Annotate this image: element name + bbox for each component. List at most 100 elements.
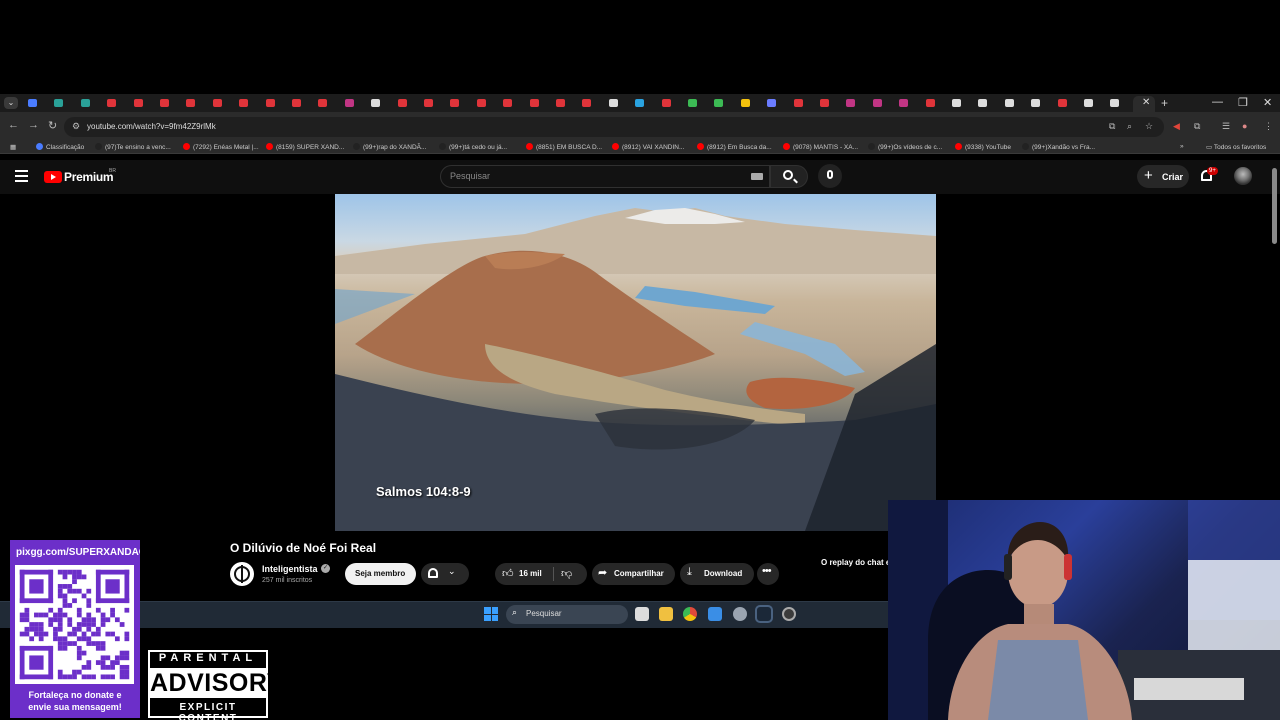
bookmark-item[interactable]: (97)Te ensino a venc... [95,143,171,151]
browser-tab[interactable] [54,99,64,107]
browser-tab[interactable] [529,99,539,107]
browser-tab[interactable] [160,99,169,107]
close-tab-icon[interactable]: ✕ [1142,97,1150,108]
browser-tab[interactable] [239,99,249,107]
browser-tab[interactable] [899,99,909,107]
bookmark-item[interactable]: Classificação [36,143,84,151]
browser-tab[interactable] [740,99,750,107]
bookmark-item[interactable]: (99+)Xandão vs Fra... [1022,143,1095,151]
youtube-brand[interactable]: Premium [64,170,114,184]
settings-icon[interactable] [733,607,747,621]
browser-tab[interactable] [476,99,486,107]
browser-tab[interactable] [450,99,460,107]
chrome-icon[interactable] [683,607,697,621]
browser-tab[interactable] [1110,99,1120,107]
maximize-icon[interactable]: ❐ [1238,96,1248,109]
browser-tab[interactable] [186,99,196,107]
minimize-icon[interactable]: — [1212,96,1223,108]
back-icon[interactable]: ← [8,119,19,131]
browser-tab[interactable] [556,99,565,107]
bookmark-item[interactable]: (8912) VAI XANDIN... [612,143,684,151]
browser-tab[interactable] [978,99,988,107]
browser-tab[interactable] [952,99,961,107]
browser-menu-icon[interactable]: ⋮ [1264,121,1273,132]
browser-tab[interactable] [688,99,697,107]
extensions-icon[interactable]: ⧉ [1194,121,1200,132]
browser-tab[interactable] [872,99,882,107]
browser-tab[interactable] [212,99,222,107]
browser-tab[interactable] [371,99,381,107]
keyboard-icon[interactable] [751,173,763,180]
bookmark-item[interactable]: (9338) YouTube [955,143,1011,151]
browser-tab[interactable] [133,99,143,107]
youtube-logo-icon[interactable] [44,171,62,183]
browser-tab[interactable] [714,99,724,107]
task-view-icon[interactable] [635,607,649,621]
like-icon[interactable]: 👍︎ [502,567,514,580]
browser-tab[interactable] [265,99,275,107]
video-player[interactable]: Salmos 104:8-9 [335,194,936,531]
profile-icon[interactable]: ● [1242,121,1247,131]
browser-tab[interactable] [318,99,328,107]
browser-tab[interactable] [397,99,407,107]
url-text[interactable]: youtube.com/watch?v=9fm42Z9rlMk [87,122,216,131]
steam-icon[interactable] [755,605,773,623]
site-info-icon[interactable]: ⚙ [72,121,80,132]
browser-tab[interactable] [1004,99,1014,107]
browser-tab[interactable] [344,99,354,107]
browser-tab[interactable] [80,99,90,107]
bookmark-star-icon[interactable]: ☆ [1145,121,1153,132]
page-scrollbar[interactable] [1272,168,1277,244]
browser-tab[interactable] [503,99,513,107]
apps-icon[interactable]: ▦ [10,143,16,151]
browser-tab[interactable] [608,99,618,107]
like-count[interactable]: 16 mil [519,569,542,578]
all-bookmarks[interactable]: ▭ Todos os favoritos [1206,143,1266,151]
browser-tab[interactable] [292,99,301,107]
bookmarks-overflow-icon[interactable]: » [1180,143,1184,150]
browser-tab[interactable] [793,99,803,107]
channel-avatar[interactable] [230,562,254,586]
taskbar-search[interactable] [506,605,628,624]
install-app-icon[interactable]: ⧉ [1109,121,1115,132]
channel-name[interactable]: Inteligentista [262,564,318,574]
bookmark-item[interactable]: (7292) Enéas Metal |... [183,143,259,151]
file-explorer-icon[interactable] [659,607,673,621]
browser-tab[interactable] [635,99,645,107]
snipping-tool-icon[interactable] [708,607,722,621]
bookmark-item[interactable]: (99+)tá cedo ou já... [439,143,507,151]
account-avatar[interactable] [1234,167,1252,185]
browser-tab[interactable] [424,99,433,107]
browser-tab[interactable] [1057,99,1067,107]
browser-tab[interactable] [28,99,37,107]
browser-tab[interactable] [107,99,117,107]
tab-search-button[interactable]: ⌄ [4,97,18,109]
obs-icon[interactable] [782,607,796,621]
bookmark-item[interactable]: (8159) SUPER XAND... [266,143,344,151]
bookmark-item[interactable]: (99+)Os vídeos de c... [868,143,942,151]
bookmark-item[interactable]: (8912) Em Busca da... [697,143,772,151]
bookmark-item[interactable]: (8851) EM BUSCA D... [526,143,602,151]
mute-tab-icon[interactable]: ◀ [1173,121,1180,132]
new-tab-button[interactable]: + [1161,96,1168,110]
folder-icon: ▭ [1206,144,1214,151]
forward-icon[interactable]: → [28,119,39,131]
browser-tab[interactable] [1084,99,1093,107]
window-close-icon[interactable]: ✕ [1263,96,1272,109]
windows-start-icon[interactable] [484,607,498,621]
browser-tab[interactable] [1031,99,1041,107]
dislike-icon[interactable]: 👎︎ [561,567,572,580]
browser-tab[interactable] [767,99,777,107]
browser-tab[interactable] [925,99,935,107]
bookmark-item[interactable]: (99+)rap do XANDÃ... [353,143,426,151]
reading-list-icon[interactable]: ☰ [1222,121,1230,132]
address-bar[interactable] [64,117,1164,137]
browser-tab[interactable] [846,99,856,107]
bookmark-item[interactable]: (9078) MANTIS - XA... [783,143,858,151]
browser-tab[interactable] [820,99,829,107]
browser-tab[interactable] [661,99,671,107]
browser-tab[interactable] [582,99,592,107]
zoom-icon[interactable]: ⌕ [1127,121,1132,132]
hamburger-menu-icon[interactable] [15,170,28,182]
reload-icon[interactable]: ↻ [48,119,57,132]
